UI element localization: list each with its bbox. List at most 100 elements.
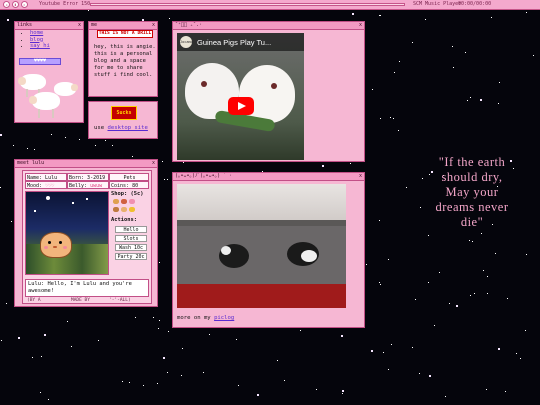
close-icon[interactable]: x [78,22,81,29]
star-dot [181,375,182,376]
link-home[interactable]: home [30,30,43,36]
star-dot [398,130,399,131]
prev-icon[interactable]: ◂ [3,1,10,8]
youtube-play-icon[interactable] [228,97,254,115]
star-dot [383,352,384,353]
links-window-title: links [15,22,83,30]
link-say-hi[interactable]: say hi [30,43,50,49]
star-dot [526,254,527,255]
star-dot [6,303,7,304]
slots-button[interactable]: Slots [115,235,147,242]
star-dot [0,134,2,136]
star-dot [470,295,471,296]
star-dot [322,165,324,167]
star-dot [316,389,317,390]
star-dot [40,392,41,393]
star-dot [135,317,136,318]
star-dot [388,259,389,260]
star-dot [480,99,482,101]
close-icon[interactable]: x [152,160,155,167]
star-dot [122,381,123,382]
mood-hearts: ♡♡♡ [45,183,55,189]
guinea-pig-gif [177,184,346,308]
star-dot [474,293,475,294]
quote-text: "If the earth should dry, May your dream… [408,155,536,230]
star-dot [167,372,168,373]
gif-window-title: (｡•ᴗ•｡)ﾉﾞ(｡•ᴗ•｡) ´ · [173,173,364,181]
piclog-link[interactable]: piclog [214,315,234,321]
star-dot [1,340,2,341]
star-dot [79,139,80,140]
food-icon[interactable] [113,199,119,204]
star-dot [526,12,527,13]
video-window: ˚⁺‧͙ ₊˚.· x Jocamo Guinea Pigs Play Tu..… [172,21,365,162]
star-dot [487,276,488,277]
pets-tab[interactable]: Pets [109,173,149,181]
channel-avatar[interactable]: Jocamo [180,36,193,48]
star-dot [399,61,400,62]
actions-label: Actions: [111,217,137,223]
sheep-image [18,68,80,120]
cookie-icon[interactable] [113,207,119,212]
star-dot [491,17,492,18]
star-dot [481,233,482,234]
star-dot [277,360,278,361]
video-window-title: ˚⁺‧͙ ₊˚.· [173,22,364,30]
close-icon[interactable]: x [152,22,155,29]
wash-button[interactable]: Wash 10c [115,244,147,251]
star-dot [469,240,470,241]
quote-line: should dry, [441,170,503,184]
star-dot [439,272,440,273]
star-dot [65,137,66,138]
quote-line: May your [445,185,499,199]
cake-icon[interactable] [129,199,135,204]
star-dot [169,18,170,19]
star-dot [472,241,473,242]
star-dot [456,305,458,307]
video-title[interactable]: Guinea Pigs Play Tu... [197,38,271,47]
star-dot [380,118,381,119]
star-dot [428,282,429,283]
link-blog[interactable]: blog [30,37,43,43]
hello-button[interactable]: Hello [115,226,147,233]
hamster-pet[interactable] [40,232,72,258]
star-dot [487,293,488,294]
star-dot [71,346,72,347]
desktop-site-link[interactable]: desktop site [107,125,147,131]
party-button[interactable]: Party 20c [115,253,147,260]
bread-icon[interactable] [121,207,127,212]
music-player-bar: ◂ ▮ ▸ Youtube Error 150 SCM Music Player… [0,0,540,10]
bio-window: me x THIS IS NOT A DRILL hey, this is an… [88,21,158,97]
star-dot [18,337,20,339]
pause-icon[interactable]: ▮ [12,1,19,8]
star-dot [380,284,381,285]
progress-track[interactable] [90,3,405,6]
mood-row: Mood: ♡♡♡ [25,181,67,189]
star-dot [419,373,420,374]
candy-icon[interactable] [129,207,135,212]
belly-value: uwuw [90,183,103,189]
track-title: Youtube Error 150 [39,1,91,7]
drill-banner: THIS IS NOT A DRILL [97,30,153,38]
close-icon[interactable]: x [359,173,362,180]
shop-label: Shop: (5c) [111,191,144,197]
star-dot [379,220,380,221]
time-readout: 00:00/00:00 [458,1,492,7]
bio-text: hey, this is angie. this is a personal b… [94,44,156,78]
star-dot [470,97,471,98]
star-dot [434,325,435,326]
pet-scene [25,191,109,275]
star-dot [498,348,500,350]
star-dot [520,358,521,359]
drink-icon[interactable] [121,199,127,204]
star-dot [379,282,380,283]
play-icon[interactable]: ▸ [21,1,28,8]
star-dot [157,383,158,384]
star-dot [486,389,487,390]
close-icon[interactable]: x [359,22,362,29]
pet-panel: Name: Lulu Born: 3-2019 Pets Mood: ♡♡♡ B… [22,170,152,304]
star-dot [98,340,99,341]
star-dot [129,382,130,383]
star-dot [371,350,373,352]
youtube-embed[interactable]: Jocamo Guinea Pigs Play Tu... [177,33,304,160]
